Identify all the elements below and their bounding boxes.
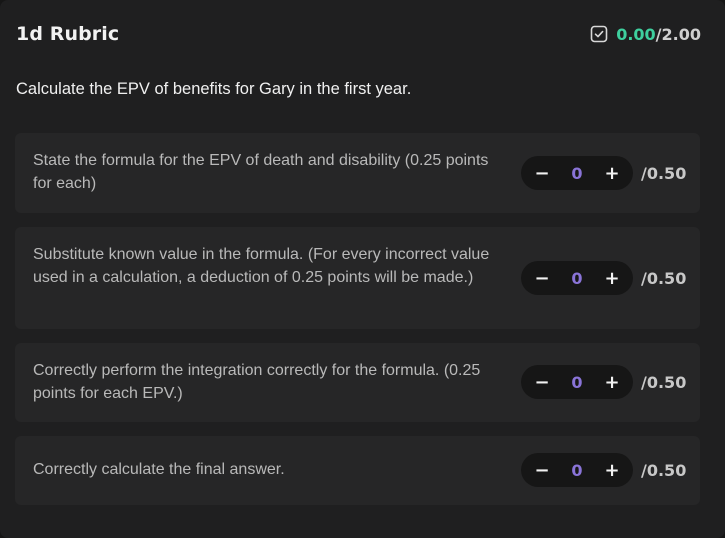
increment-button[interactable]: + [601, 371, 623, 393]
decrement-button[interactable]: − [531, 162, 553, 184]
stepper-value: 0 [571, 268, 583, 288]
decrement-button[interactable]: − [531, 267, 553, 289]
criterion-max: /0.50 [641, 373, 687, 392]
criterion-card: Correctly calculate the final answer. − … [15, 436, 700, 505]
stepper-value: 0 [571, 460, 583, 480]
rubric-header: 1d Rubric 0.00/2.00 [16, 20, 701, 48]
criterion-max: /0.50 [641, 461, 687, 480]
score-current: 0.00 [616, 24, 656, 44]
score-stepper: − 0 + [521, 261, 633, 295]
criterion-card: Substitute known value in the formula. (… [15, 227, 700, 329]
score-stepper: − 0 + [521, 365, 633, 399]
decrement-button[interactable]: − [531, 459, 553, 481]
criterion-text: Substitute known value in the formula. (… [33, 246, 490, 286]
checkbox-icon [590, 25, 608, 43]
decrement-button[interactable]: − [531, 371, 553, 393]
stepper-value: 0 [571, 163, 583, 183]
increment-button[interactable]: + [601, 162, 623, 184]
criterion-text: State the formula for the EPV of death a… [33, 152, 489, 192]
criterion-text: Correctly calculate the final answer. [33, 461, 285, 478]
rubric-title: 1d Rubric [16, 23, 120, 45]
question-text: Calculate the EPV of benefits for Gary i… [16, 80, 412, 98]
rubric-panel: 1d Rubric 0.00/2.00 Calculate the EPV of… [0, 0, 725, 538]
stepper-value: 0 [571, 372, 583, 392]
criterion-card: State the formula for the EPV of death a… [15, 133, 700, 213]
criterion-card: Correctly perform the integration correc… [15, 343, 700, 422]
rubric-score: 0.00/2.00 [590, 25, 701, 44]
score-stepper: − 0 + [521, 453, 633, 487]
increment-button[interactable]: + [601, 267, 623, 289]
criterion-text: Correctly perform the integration correc… [33, 362, 481, 402]
score-total: /2.00 [655, 24, 701, 44]
increment-button[interactable]: + [601, 459, 623, 481]
criterion-max: /0.50 [641, 164, 687, 183]
score-stepper: − 0 + [521, 156, 633, 190]
criterion-max: /0.50 [641, 269, 687, 288]
